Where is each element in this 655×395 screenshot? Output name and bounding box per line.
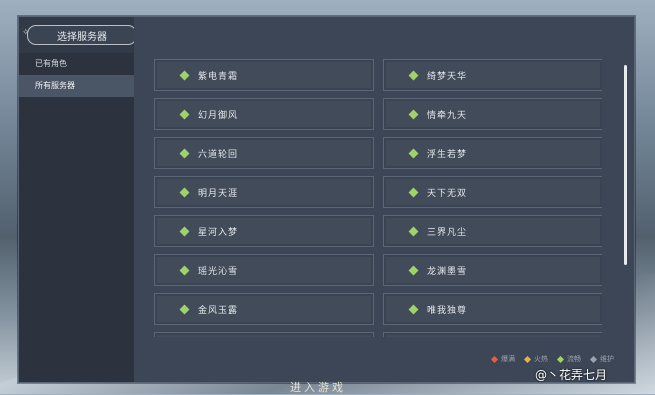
server-name: 幻月御风 [198, 110, 239, 121]
dialog-title: 选择服务器 [57, 31, 107, 43]
server-button[interactable]: 三界凡尘 [383, 215, 602, 247]
server-button[interactable]: 唯我独尊 [383, 293, 602, 325]
legend-label: 维护 [600, 355, 614, 363]
legend-label: 火热 [534, 355, 548, 363]
legend-item: 火热 [523, 354, 548, 364]
server-name: 龙渊墨雪 [427, 266, 468, 277]
server-button[interactable]: 幻月御风 [154, 98, 374, 130]
server-name: 瑶光沁雪 [198, 266, 239, 277]
status-diamond-icon [408, 70, 419, 80]
watermark: @丶花弄七月 [535, 368, 608, 382]
server-name: 星河入梦 [198, 227, 239, 238]
server-button[interactable]: 情牵九天 [383, 98, 602, 130]
status-diamond-icon [408, 265, 419, 275]
status-diamond-icon [179, 109, 190, 119]
legend-label: 流畅 [567, 355, 581, 363]
sidebar-item-existing-characters[interactable]: 已有角色 [19, 53, 134, 75]
server-button[interactable]: 金风玉露 [154, 293, 374, 325]
server-button-partial[interactable] [383, 332, 602, 337]
legend-diamond-icon [589, 355, 598, 363]
status-diamond-icon [408, 187, 419, 197]
server-button[interactable]: 六道轮回 [154, 137, 374, 169]
server-button[interactable]: 浮生若梦 [383, 137, 602, 169]
status-diamond-icon [179, 265, 190, 275]
status-diamond-icon [179, 70, 190, 80]
server-button[interactable]: 瑶光沁雪 [154, 254, 374, 286]
server-name: 唯我独尊 [427, 305, 468, 316]
server-button-partial[interactable] [154, 332, 374, 337]
server-name: 浮生若梦 [427, 149, 468, 160]
status-diamond-icon [408, 148, 419, 158]
status-diamond-icon [179, 187, 190, 197]
status-diamond-icon [408, 109, 419, 119]
legend-item: 流畅 [556, 354, 581, 364]
server-button[interactable]: 星河入梦 [154, 215, 374, 247]
sidebar: 已有角色 所有服务器 [19, 53, 134, 382]
server-name: 金风玉露 [198, 305, 239, 316]
server-name: 六道轮回 [198, 149, 239, 160]
server-button[interactable]: 绮梦天华 [383, 59, 602, 91]
status-legend: 爆满 火热 流畅 维护 [490, 354, 614, 364]
legend-diamond-icon [490, 355, 499, 363]
status-diamond-icon [179, 304, 190, 314]
legend-label: 爆满 [501, 355, 515, 363]
legend-item: 爆满 [490, 354, 515, 364]
sidebar-item-all-servers[interactable]: 所有服务器 [19, 75, 134, 97]
ornament-icon: ✧ [22, 28, 30, 38]
server-button[interactable]: 明月天涯 [154, 176, 374, 208]
status-diamond-icon [408, 226, 419, 236]
server-list-panel: 紫电青霜 绮梦天华幻月御风 情牵九天六道轮回 浮生若梦明月天涯 天下无双星河入梦 三界凡尘… [134, 17, 634, 382]
legend-diamond-icon [556, 355, 565, 363]
server-button[interactable]: 紫电青霜 [154, 59, 374, 91]
status-diamond-icon [179, 226, 190, 236]
server-name: 明月天涯 [198, 188, 239, 199]
server-name: 绮梦天华 [427, 71, 468, 82]
server-select-dialog: ✧ 选择服务器 ✧ × 已有角色 所有服务器 紫电青霜绮梦天华幻月御风情牵九天六… [18, 16, 635, 383]
enter-game-button[interactable]: 进入游戏 [290, 379, 346, 395]
legend-item: 维护 [589, 354, 614, 364]
server-name: 天下无双 [427, 188, 468, 199]
server-name: 情牵九天 [427, 110, 468, 121]
dialog-title-plate: ✧ 选择服务器 ✧ [22, 25, 142, 45]
legend-diamond-icon [523, 355, 532, 363]
server-grid: 紫电青霜 绮梦天华幻月御风 情牵九天六道轮回 浮生若梦明月天涯 天下无双星河入梦 三界凡尘… [154, 59, 602, 337]
status-diamond-icon [408, 304, 419, 314]
status-diamond-icon [179, 148, 190, 158]
server-name: 三界凡尘 [427, 227, 468, 238]
server-name: 紫电青霜 [198, 71, 239, 82]
server-button[interactable]: 天下无双 [383, 176, 602, 208]
server-button[interactable]: 龙渊墨雪 [383, 254, 602, 286]
scrollbar[interactable] [624, 65, 627, 265]
